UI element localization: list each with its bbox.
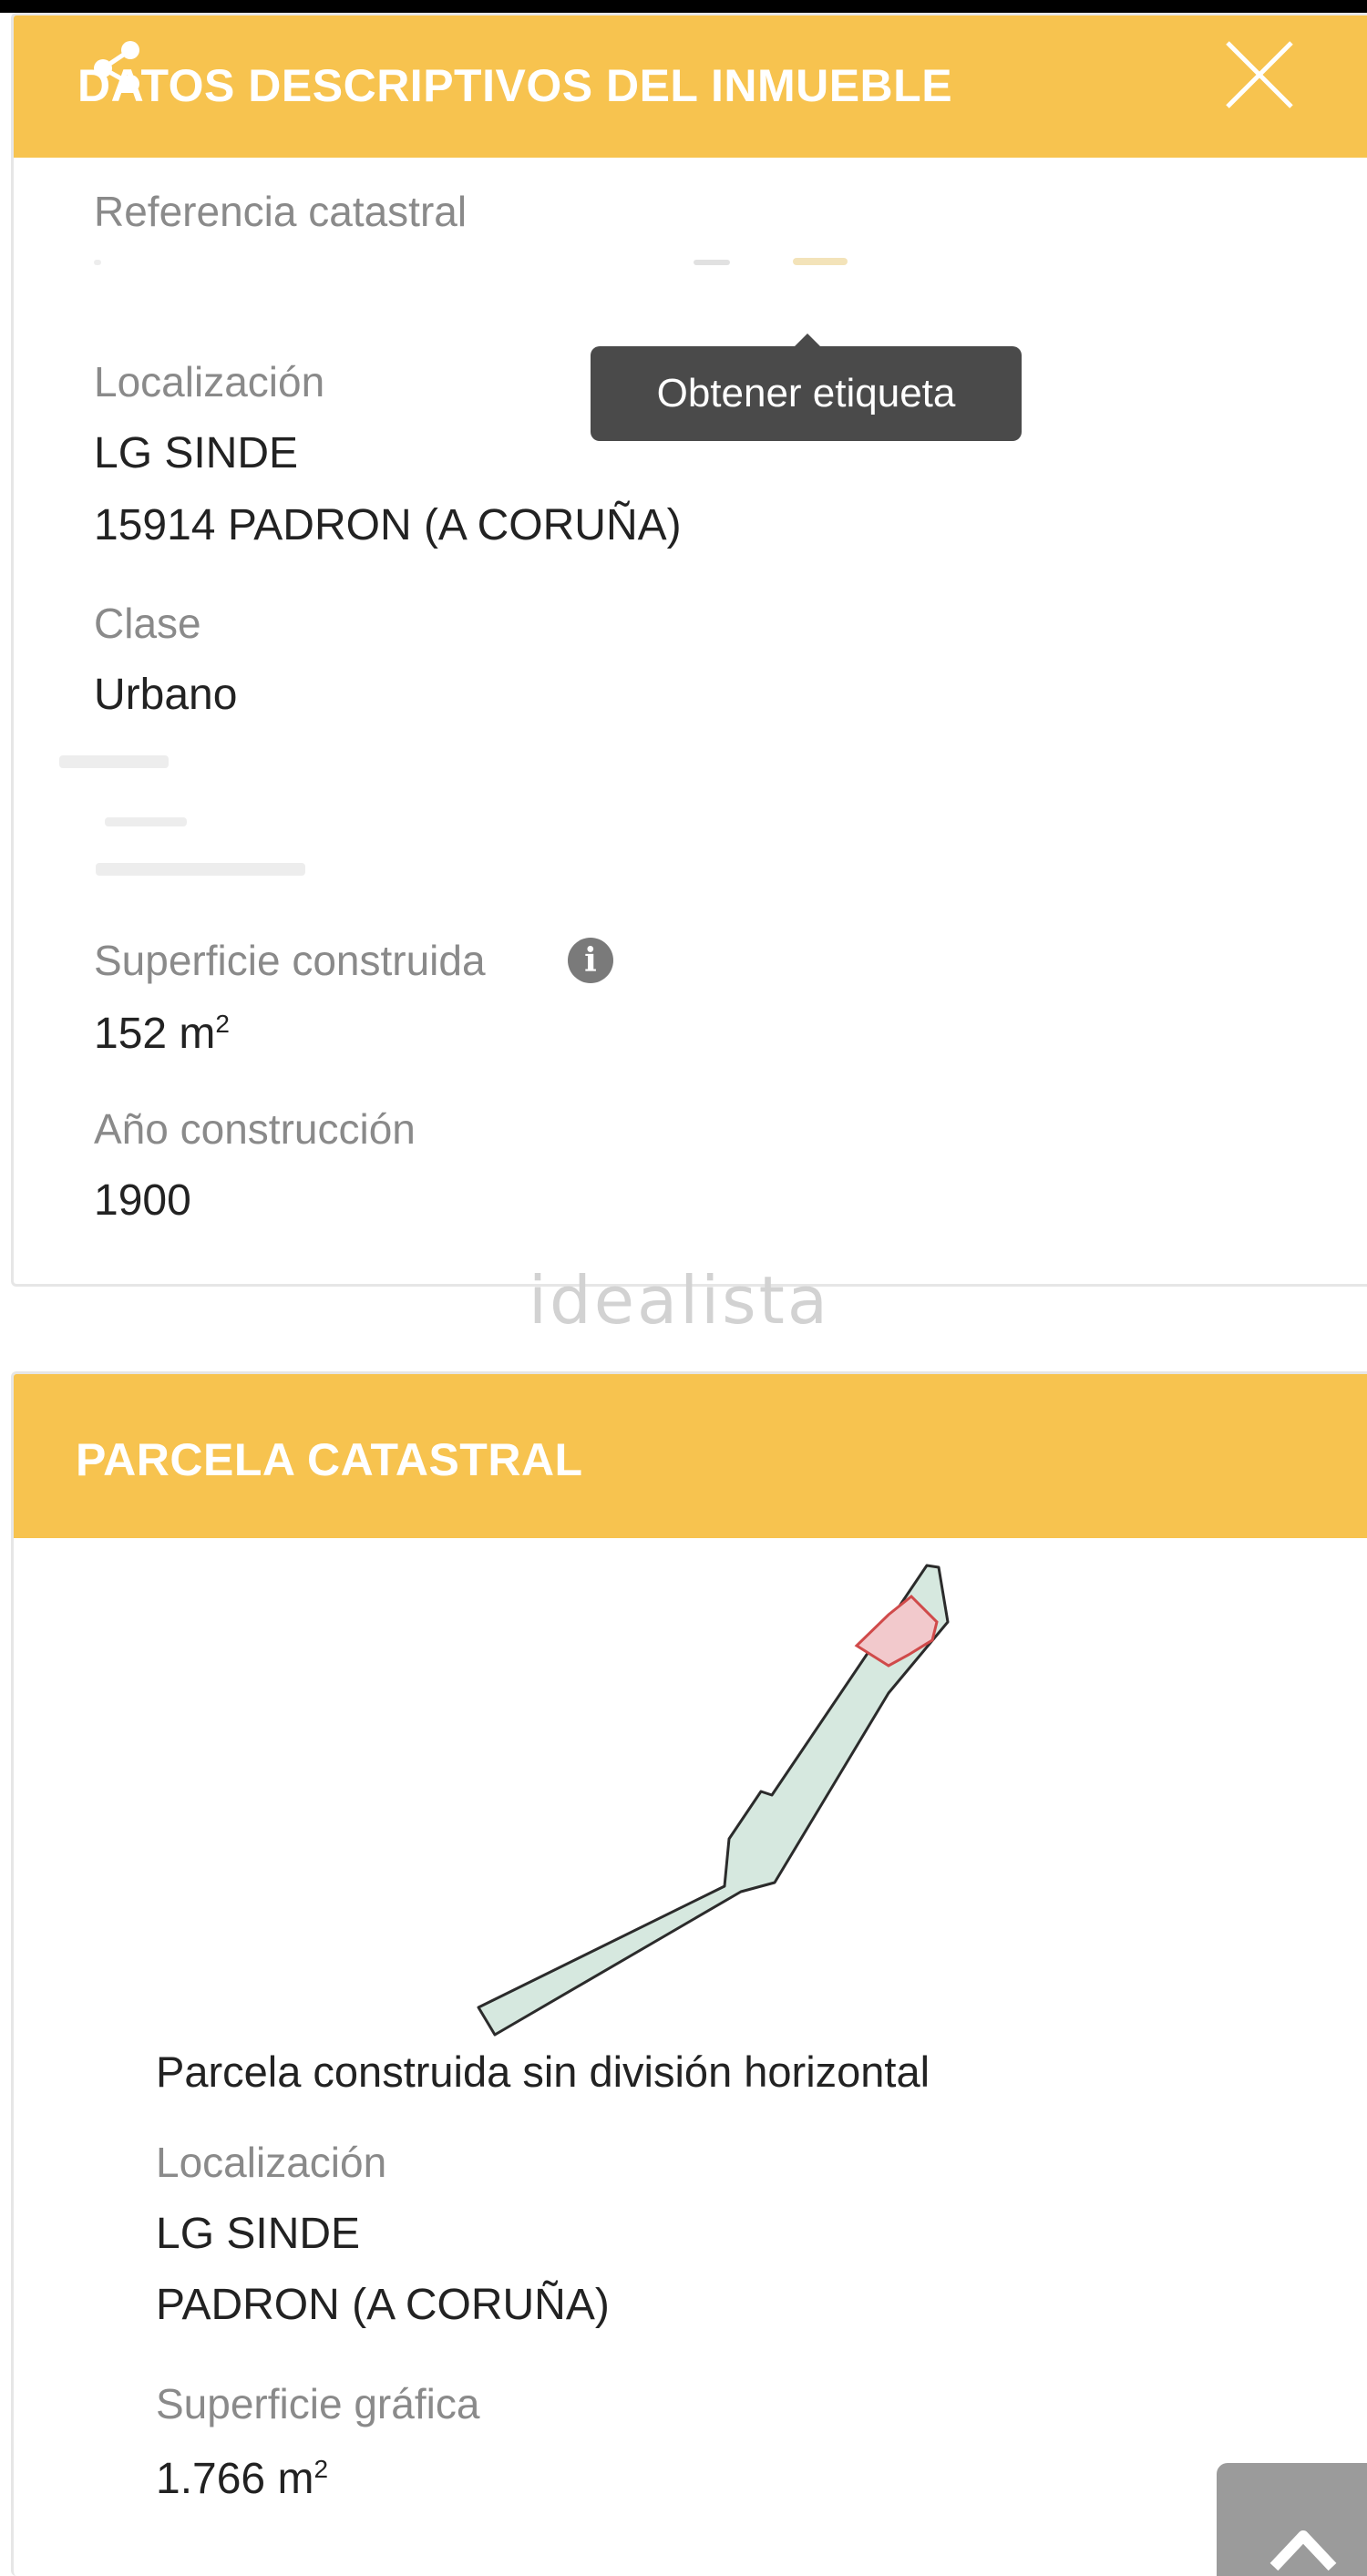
status-bar-strip [0, 0, 1367, 13]
class-label: Clase [94, 600, 201, 647]
redacted-text [59, 755, 169, 768]
close-icon[interactable] [1218, 34, 1300, 116]
idealista-watermark: idealista [529, 1262, 830, 1339]
parcel-map [477, 1564, 950, 2037]
property-details-title: DATOS DESCRIPTIVOS DEL INMUEBLE [77, 60, 953, 111]
parcel-location-line-2: PADRON (A CORUÑA) [156, 2281, 610, 2329]
cadastral-reference-redacted [694, 260, 730, 265]
construction-year-label: Año construcción [94, 1105, 416, 1153]
built-area-number: 152 m [94, 1010, 216, 1058]
graphic-area-label: Superficie gráfica [156, 2380, 480, 2427]
scroll-to-top-button[interactable] [1217, 2463, 1367, 2576]
built-area-label: Superficie construida [94, 937, 486, 984]
cadastral-parcel-header: PARCELA CATASTRAL [14, 1374, 1367, 1538]
graphic-area-value: 1.766 m2 [156, 2454, 328, 2504]
info-icon[interactable]: i [568, 938, 613, 983]
property-details-header: DATOS DESCRIPTIVOS DEL INMUEBLE [14, 15, 1367, 158]
cadastral-reference-redacted [793, 258, 848, 265]
location-line-1: LG SINDE [94, 429, 299, 477]
class-value: Urbano [94, 671, 238, 719]
cadastral-reference-label: Referencia catastral [94, 188, 468, 235]
cadastral-reference-redacted [94, 260, 101, 265]
built-area-unit-exponent: 2 [215, 1010, 230, 1038]
redacted-text [96, 863, 305, 876]
built-area-value: 152 m2 [94, 1009, 230, 1059]
graphic-area-unit-exponent: 2 [313, 2455, 329, 2483]
parcel-location-line-1: LG SINDE [156, 2210, 361, 2258]
get-label-tooltip[interactable]: Obtener etiqueta [591, 346, 1022, 441]
graphic-area-number: 1.766 m [156, 2455, 314, 2503]
location-label: Localización [94, 358, 325, 405]
parcel-subtitle: Parcela construida sin división horizont… [156, 2047, 930, 2096]
cadastral-parcel-title: PARCELA CATASTRAL [76, 1434, 583, 1485]
redacted-text [105, 817, 187, 826]
construction-year-value: 1900 [94, 1176, 191, 1225]
location-line-2: 15914 PADRON (A CORUÑA) [94, 501, 682, 549]
property-details-card: DATOS DESCRIPTIVOS DEL INMUEBLE Referenc… [11, 13, 1367, 1287]
cadastral-parcel-card: PARCELA CATASTRAL Parcela construida sin… [11, 1371, 1367, 2576]
parcel-location-label: Localización [156, 2139, 387, 2186]
chevron-up-icon [1269, 2530, 1337, 2571]
